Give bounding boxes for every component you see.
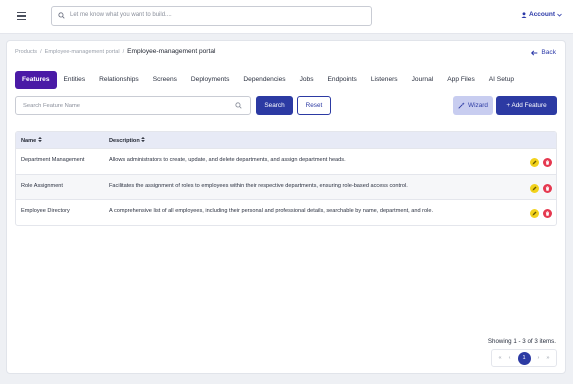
tab-screens[interactable]: Screens — [146, 71, 184, 89]
trash-icon — [545, 185, 550, 191]
feature-description: Facilitates the assignment of roles to e… — [109, 182, 408, 189]
breadcrumb-products[interactable]: Products — [15, 49, 37, 55]
table-row: Role Assignment Facilitates the assignme… — [16, 173, 556, 199]
search-button[interactable]: Search — [256, 96, 293, 115]
pencil-icon — [532, 186, 537, 190]
edit-button[interactable] — [530, 183, 539, 193]
tab-app-files[interactable]: App Files — [440, 71, 482, 89]
delete-button[interactable] — [543, 158, 552, 167]
breadcrumb-current: Employee-management portal — [127, 48, 216, 55]
search-icon — [235, 102, 242, 109]
breadcrumb-portal[interactable]: Employee-management portal — [45, 49, 120, 55]
edit-button[interactable] — [530, 209, 539, 218]
reset-button[interactable]: Reset — [297, 96, 331, 115]
feature-panel: Products / Employee-management portal / … — [6, 40, 566, 374]
account-menu[interactable]: Account — [521, 11, 562, 18]
tab-relationships[interactable]: Relationships — [92, 71, 146, 89]
tab-entities[interactable]: Entities — [57, 71, 93, 89]
tab-ai-setup[interactable]: AI Setup — [482, 71, 521, 89]
feature-name: Department Management — [21, 157, 85, 163]
trash-icon — [545, 160, 550, 165]
tab-journal[interactable]: Journal — [405, 71, 441, 89]
arrow-left-icon — [531, 50, 538, 55]
feature-name: Role Assignment — [21, 182, 63, 189]
global-search-placeholder: Let me know what you want to build.... — [70, 12, 172, 18]
features-table: Name Description Department Management A… — [15, 131, 557, 226]
delete-button[interactable] — [543, 183, 552, 193]
search-icon — [58, 12, 65, 19]
pagination-summary: Showing 1 - 3 of 3 items. — [487, 338, 556, 345]
column-header-description[interactable]: Description — [109, 137, 146, 144]
table-row: Department Management Allows administrat… — [16, 148, 556, 174]
column-header-name[interactable]: Name — [21, 137, 42, 144]
feature-search-placeholder: Search Feature Name — [23, 103, 81, 109]
prev-page-button[interactable]: ‹ — [509, 355, 511, 361]
tab-dependencies[interactable]: Dependencies — [236, 71, 292, 89]
breadcrumb: Products / Employee-management portal / … — [15, 48, 215, 55]
magic-wand-icon — [458, 102, 465, 109]
feature-search-input[interactable]: Search Feature Name — [15, 96, 251, 115]
table-header: Name Description — [16, 132, 556, 148]
menu-icon[interactable] — [17, 12, 26, 20]
chevron-down-icon — [557, 13, 562, 17]
edit-button[interactable] — [530, 158, 539, 167]
global-search-input[interactable]: Let me know what you want to build.... — [51, 6, 372, 26]
breadcrumb-separator: / — [122, 48, 125, 55]
feature-name: Employee Directory — [21, 208, 70, 214]
tab-jobs[interactable]: Jobs — [293, 71, 321, 89]
delete-button[interactable] — [543, 209, 552, 218]
pencil-icon — [532, 160, 537, 165]
tab-deployments[interactable]: Deployments — [184, 71, 236, 89]
user-icon — [521, 11, 527, 18]
tab-endpoints[interactable]: Endpoints — [321, 71, 364, 89]
pagination: « ‹ 1 › » — [491, 349, 557, 367]
tab-listeners[interactable]: Listeners — [364, 71, 405, 89]
sort-icon — [37, 137, 42, 142]
first-page-button[interactable]: « — [499, 355, 502, 361]
wizard-button[interactable]: Wizard — [453, 96, 493, 115]
back-button[interactable]: Back — [531, 49, 556, 56]
tab-features[interactable]: Features — [15, 71, 57, 89]
add-feature-button[interactable]: + Add Feature — [496, 96, 557, 115]
top-bar: Let me know what you want to build.... A… — [0, 0, 573, 34]
page-button-current[interactable]: 1 — [517, 351, 531, 365]
table-row: Employee Directory A comprehensive list … — [16, 199, 556, 225]
trash-icon — [545, 211, 550, 216]
pencil-icon — [532, 211, 537, 216]
account-label: Account — [529, 11, 555, 18]
last-page-button[interactable]: » — [546, 355, 549, 361]
tab-bar: Features Entities Relationships Screens … — [15, 71, 521, 89]
sort-icon — [141, 137, 146, 142]
back-label: Back — [541, 49, 556, 56]
breadcrumb-separator: / — [40, 48, 42, 55]
next-page-button[interactable]: › — [538, 355, 540, 361]
feature-description: A comprehensive list of all employees, i… — [109, 208, 434, 214]
feature-description: Allows administrators to create, update,… — [109, 157, 346, 163]
wizard-label: Wizard — [468, 102, 488, 109]
